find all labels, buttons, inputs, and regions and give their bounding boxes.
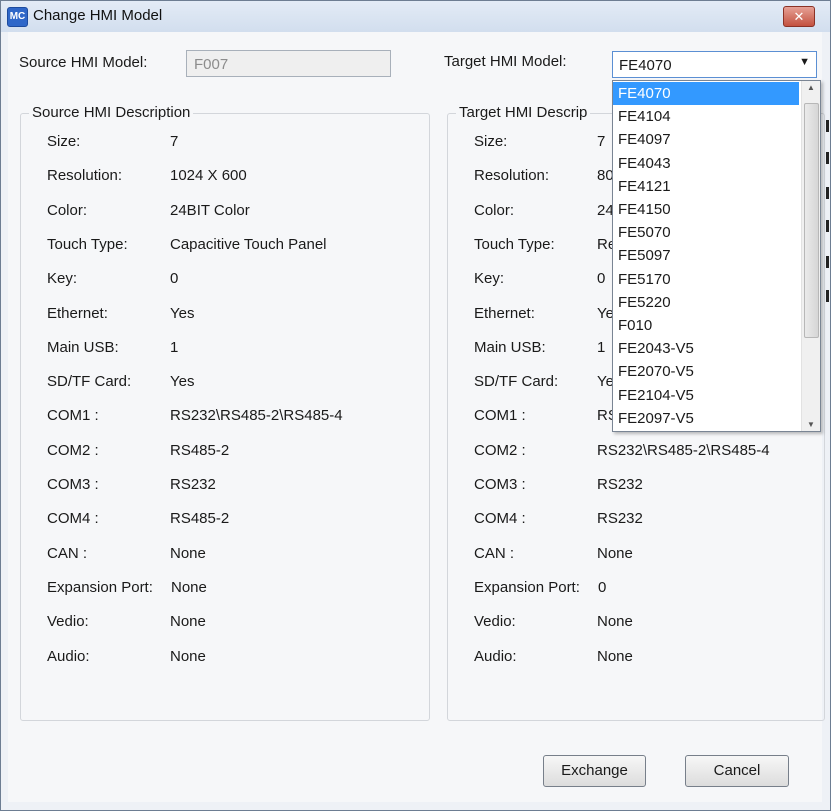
target-desc-row-value: None <box>597 544 633 562</box>
target-desc-row-label: CAN : <box>474 544 515 562</box>
source-desc-row-value: None <box>170 544 206 562</box>
target-desc-row-label: Key: <box>474 270 505 288</box>
background-window-edge <box>823 90 831 330</box>
dropdown-option[interactable]: FE2043-V5 <box>613 337 799 360</box>
dropdown-option[interactable]: FE2097-V5 <box>613 407 799 430</box>
target-model-dropdown-list[interactable]: FE4070 FE4104 FE4097 FE4043 FE4121 FE4150 FE50… <box>612 80 821 432</box>
app-icon: MC <box>7 7 28 27</box>
source-desc-row-label: Resolution: <box>47 167 123 185</box>
source-desc-row-value: RS485-2 <box>170 510 230 528</box>
source-desc-row-value: None <box>170 613 206 631</box>
source-desc-row-value: 1024 X 600 <box>170 167 247 185</box>
dropdown-option[interactable]: F010 <box>613 314 799 337</box>
target-desc-row-value: 0 <box>597 270 606 288</box>
target-desc-row-label: Vedio: <box>474 613 516 631</box>
target-desc-row-label: Color: <box>474 201 515 219</box>
source-model-label: Source HMI Model: <box>19 54 148 71</box>
dropdown-option[interactable]: FE4150 <box>613 198 799 221</box>
dropdown-option[interactable]: FE4121 <box>613 175 799 198</box>
target-desc-row-label: Audio: <box>474 647 517 665</box>
source-desc-row-value: None <box>171 578 207 596</box>
source-desc-row-value: None <box>170 647 206 665</box>
cancel-button[interactable]: Cancel <box>685 755 789 787</box>
source-desc-row-value: 24BIT Color <box>170 201 250 219</box>
target-description-title: Target HMI Descrip <box>456 104 591 121</box>
source-desc-row-label: COM3 : <box>47 476 99 493</box>
source-model-field: F007 <box>186 50 391 77</box>
title-bar[interactable]: MC Change HMI Model ✕ <box>1 1 830 32</box>
source-desc-row-label: COM4 : <box>47 510 99 528</box>
dropdown-option[interactable]: FE5220 <box>613 291 799 314</box>
target-desc-row-value: 1 <box>597 338 606 356</box>
target-desc-row-label: Main USB: <box>474 338 546 356</box>
target-desc-row-value: RS232 <box>597 510 643 528</box>
dropdown-option[interactable]: FE4104 <box>613 105 799 128</box>
dropdown-option[interactable]: FE4043 <box>613 152 799 175</box>
source-desc-row-label: Ethernet: <box>47 304 108 322</box>
source-desc-row-label: Expansion Port: <box>47 578 153 596</box>
target-desc-row-value: None <box>597 613 633 631</box>
target-desc-row-label: Resolution: <box>474 167 550 185</box>
source-desc-row-value: Capacitive Touch Panel <box>170 235 327 253</box>
source-desc-row-label: Color: <box>47 201 88 219</box>
target-model-value: FE4070 <box>619 57 672 74</box>
dropdown-option[interactable]: FE5097 <box>613 244 799 267</box>
target-desc-row-label: COM4 : <box>474 510 526 528</box>
source-desc-row-label: COM2 : <box>47 441 99 459</box>
dropdown-option[interactable]: FE5070 <box>613 221 799 244</box>
source-desc-row-label: SD/TF Card: <box>47 373 132 391</box>
target-desc-row-label: SD/TF Card: <box>474 373 559 391</box>
source-desc-row-label: Key: <box>47 270 78 288</box>
target-model-label: Target HMI Model: <box>444 53 567 70</box>
dropdown-option[interactable]: FE2070-V5 <box>613 360 799 383</box>
source-desc-row-value: RS232\RS485-2\RS485-4 <box>170 407 343 425</box>
scrollbar-thumb[interactable] <box>804 103 819 338</box>
dropdown-option[interactable]: FE5170 <box>613 268 799 291</box>
dropdown-option[interactable]: FE2104-V5 <box>613 384 799 407</box>
source-desc-row-value: 1 <box>170 338 179 356</box>
scroll-up-arrow-icon[interactable]: ▲ <box>802 83 820 92</box>
source-desc-row-label: Touch Type: <box>47 235 128 253</box>
source-desc-row-value: RS485-2 <box>170 441 230 459</box>
target-desc-row-label: COM3 : <box>474 476 526 493</box>
source-desc-row-value: 7 <box>170 133 179 150</box>
source-desc-row-label: Main USB: <box>47 338 119 356</box>
source-desc-row-label: CAN : <box>47 544 88 562</box>
source-desc-row-label: Vedio: <box>47 613 89 631</box>
dropdown-option[interactable]: FE4097 <box>613 128 799 151</box>
source-desc-row-label: COM1 : <box>47 407 99 425</box>
source-desc-row-value: Yes <box>170 304 195 322</box>
target-desc-row-label: Size: <box>474 133 508 150</box>
target-desc-row-value: RS232\RS485-2\RS485-4 <box>597 441 770 459</box>
window-title: Change HMI Model <box>33 7 163 24</box>
target-desc-row-label: COM2 : <box>474 441 526 459</box>
source-desc-row-label: Size: <box>47 133 81 150</box>
source-desc-row-value: Yes <box>170 373 195 391</box>
target-desc-row-value: 7 <box>597 133 606 150</box>
exchange-button[interactable]: Exchange <box>543 755 646 787</box>
target-desc-row-value: 0 <box>598 578 607 596</box>
source-desc-row-label: Audio: <box>47 647 90 665</box>
target-desc-row-label: Expansion Port: <box>474 578 580 596</box>
chevron-down-icon[interactable]: ▼ <box>799 56 810 68</box>
target-desc-row-label: COM1 : <box>474 407 526 425</box>
dropdown-option[interactable]: FE4070 <box>613 82 799 105</box>
scroll-down-arrow-icon[interactable]: ▼ <box>802 420 820 429</box>
dropdown-scrollbar[interactable]: ▲ ▼ <box>801 81 820 431</box>
source-desc-row-value: RS232 <box>170 476 216 493</box>
target-model-select[interactable]: FE4070 ▼ <box>612 51 817 78</box>
source-description-title: Source HMI Description <box>29 104 194 121</box>
source-desc-row-value: 0 <box>170 270 179 288</box>
target-desc-row-label: Touch Type: <box>474 235 555 253</box>
target-desc-row-value: RS232 <box>597 476 643 493</box>
close-button[interactable]: ✕ <box>783 6 815 27</box>
target-desc-row-value: None <box>597 647 633 665</box>
target-desc-row-label: Ethernet: <box>474 304 535 322</box>
